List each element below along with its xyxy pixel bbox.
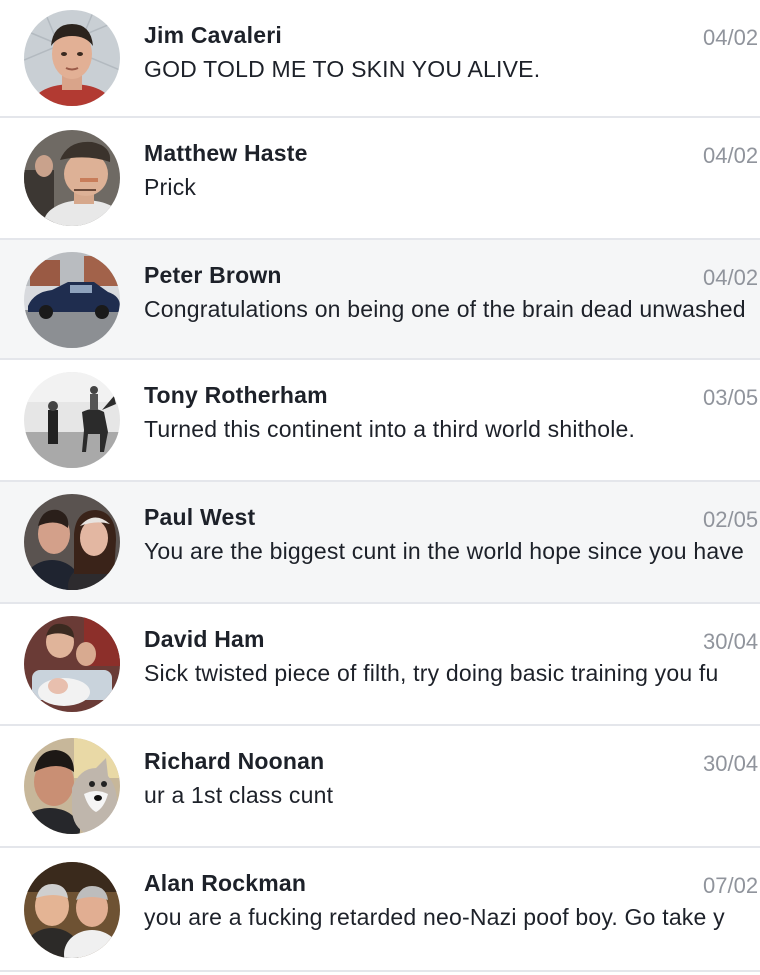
thread-row-paul-west[interactable]: Paul West 02/05 You are the biggest cunt… [0, 482, 760, 604]
message-snippet: GOD TOLD ME TO SKIN YOU ALIVE. [144, 56, 541, 82]
message-date: 03/05 [703, 385, 759, 410]
message-date: 04/02 [703, 25, 759, 50]
message-snippet: Sick twisted piece of filth, try doing b… [144, 660, 719, 686]
message-snippet: Congratulations on being one of the brai… [144, 296, 746, 322]
message-thread-list: Jim Cavaleri 04/02 GOD TOLD ME TO SKIN Y… [0, 0, 760, 975]
thread-row-matthew-haste[interactable]: Matthew Haste 04/02 Prick [0, 118, 760, 240]
sender-name: Richard Noonan [144, 748, 325, 774]
message-date: 30/04 [703, 751, 759, 776]
message-snippet: you are a fucking retarded neo-Nazi poof… [144, 904, 725, 930]
message-date: 07/02 [703, 873, 759, 898]
sender-name: David Ham [144, 626, 265, 652]
avatar-portrait-icon [24, 130, 120, 226]
thread-row-tony-rotherham[interactable]: Tony Rotherham 03/05 Turned this contine… [0, 360, 760, 482]
sender-name: Jim Cavaleri [144, 22, 282, 48]
message-snippet: ur a 1st class cunt [144, 782, 334, 808]
message-snippet: Turned this continent into a third world… [144, 416, 636, 442]
avatar-car-icon [24, 252, 120, 348]
message-date: 30/04 [703, 629, 759, 654]
sender-name: Tony Rotherham [144, 382, 328, 408]
message-date: 02/05 [703, 507, 759, 532]
avatar-couple-icon [24, 494, 120, 590]
avatar-family-icon [24, 616, 120, 712]
thread-row-peter-brown[interactable]: Peter Brown 04/02 Congratulations on bei… [0, 240, 760, 360]
thread-row-jim-cavaleri[interactable]: Jim Cavaleri 04/02 GOD TOLD ME TO SKIN Y… [0, 0, 760, 118]
thread-row-alan-rockman[interactable]: Alan Rockman 07/02 you are a fucking ret… [0, 848, 760, 972]
message-snippet: Prick [144, 174, 197, 200]
avatar-horse-rider-icon [24, 372, 120, 468]
sender-name: Alan Rockman [144, 870, 307, 896]
avatar-man-with-dog-icon [24, 738, 120, 834]
message-date: 04/02 [703, 265, 759, 290]
avatar-two-men-icon [24, 862, 120, 958]
thread-row-richard-noonan[interactable]: Richard Noonan 30/04 ur a 1st class cunt [0, 726, 760, 848]
sender-name: Paul West [144, 504, 256, 530]
avatar-portrait-icon [24, 10, 120, 106]
message-snippet: You are the biggest cunt in the world ho… [144, 538, 745, 564]
sender-name: Peter Brown [144, 262, 282, 288]
thread-row-david-ham[interactable]: David Ham 30/04 Sick twisted piece of fi… [0, 604, 760, 726]
message-date: 04/02 [703, 143, 759, 168]
sender-name: Matthew Haste [144, 140, 308, 166]
